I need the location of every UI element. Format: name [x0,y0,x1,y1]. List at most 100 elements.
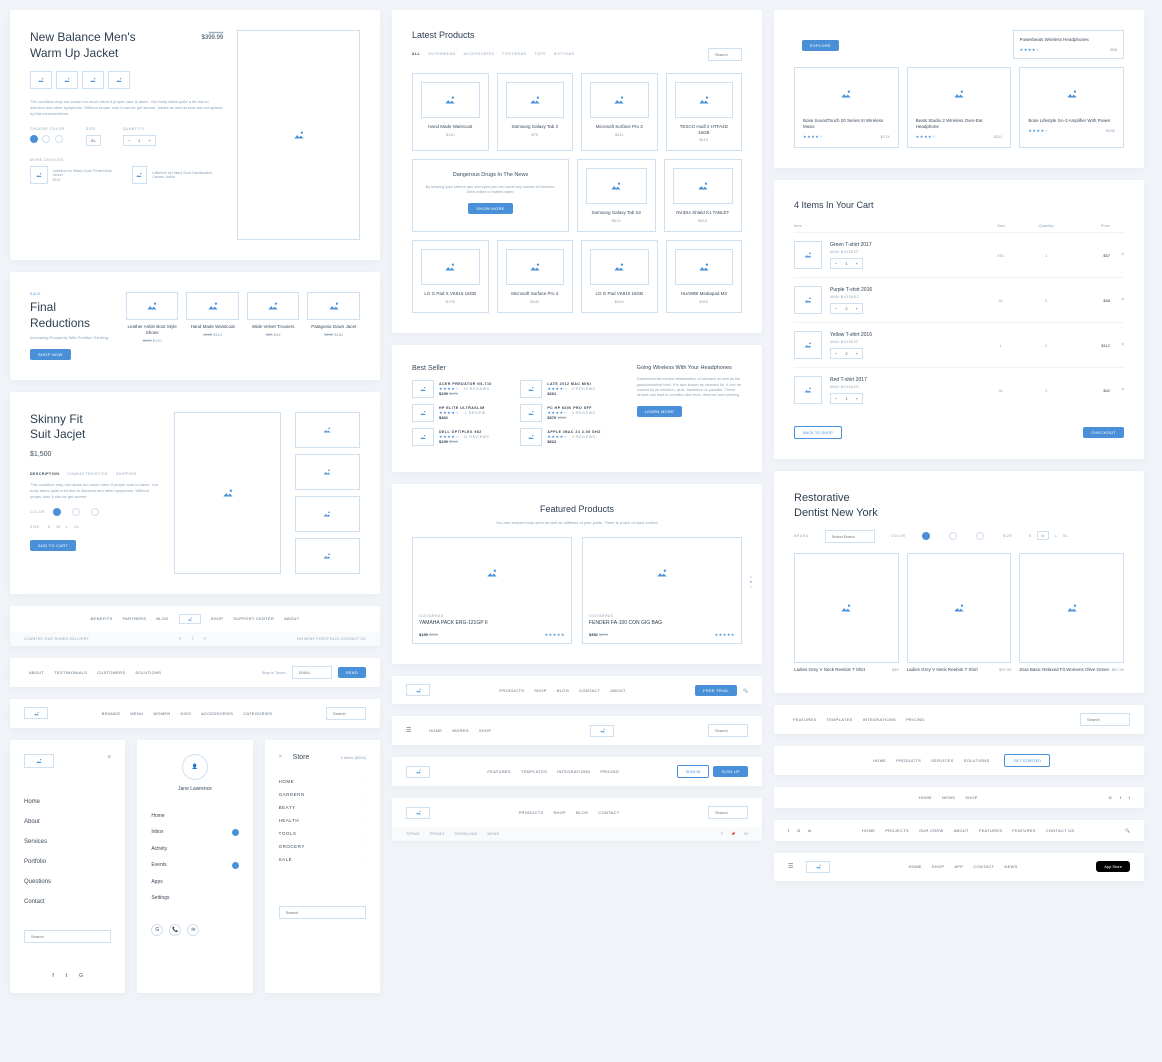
color-swatch[interactable] [53,508,61,516]
nav-link[interactable]: MENU [130,711,143,716]
filter-tab[interactable]: TOPS [535,52,546,56]
size-option[interactable]: S [48,524,51,529]
appstore-button[interactable]: App Store [1096,861,1130,872]
nav-link[interactable]: About [610,688,625,693]
logo[interactable] [24,707,48,719]
nav-link[interactable]: FEATURES [487,769,510,774]
nav-link[interactable]: SHOP [479,728,492,733]
nav-link[interactable]: PRODUCTS [896,758,921,763]
nav-link[interactable]: CUSTOMERS [97,670,125,675]
signin-button[interactable]: SIGN IN [677,765,710,778]
nav-link[interactable]: WORKS [452,728,469,733]
search-input[interactable] [279,906,366,919]
nav-link[interactable]: HOME [429,728,442,733]
nav-link[interactable]: OUR CREW [919,828,944,833]
nav-link[interactable]: TEMPLATES [826,717,852,722]
nav-link[interactable]: SUPPORT CENTER [233,616,274,621]
remove-icon[interactable]: × [1110,297,1124,303]
footer-link[interactable]: News [488,832,500,836]
footer-link[interactable]: Terms [406,832,420,836]
menu-icon[interactable] [406,727,414,734]
avatar[interactable]: 👤 [182,754,208,780]
size-option[interactable]: L [66,524,68,529]
facebook-icon[interactable]: f [788,828,789,833]
search-icon[interactable]: 🔍 [1125,828,1130,833]
audio-item[interactable]: Bose SoundTouch 20 Series III Wireless M… [794,67,899,148]
store-category[interactable]: GROCERY› [279,840,366,853]
logo[interactable] [406,807,430,819]
product-item[interactable]: HUAWBI Mediapad M3$310 [666,240,743,313]
mail-icon[interactable]: ✉ [187,924,199,936]
show-more-button[interactable]: SHOW MORE [468,203,512,214]
facebook-icon[interactable]: f [52,973,53,979]
nav-link[interactable]: TESTIMONIALS [54,670,87,675]
tab[interactable]: CHARACTERISTICS [67,472,108,476]
search-input[interactable] [708,806,748,819]
tab[interactable]: DESCRIPTION [30,472,59,476]
nav-link[interactable]: CONTACT [973,864,994,869]
skinny-thumb[interactable] [295,496,360,532]
qty-stepper[interactable]: −1+ [830,258,863,269]
twitter-icon[interactable]: t [1129,795,1130,800]
search-icon[interactable]: 🔍 [743,688,748,693]
bestseller-item[interactable]: PC HP 6300 PRO SFF★★★★★0 Reviews$370 $31… [520,404,622,422]
nav-link[interactable]: TEMPLATES [521,769,547,774]
sidebar-item[interactable]: Services [24,832,111,852]
product-item[interactable]: Microsoft Surface Pro 4$542 [497,240,574,313]
audio-item[interactable]: Bose Lifestyle SA-3 Amplifier With Power… [1019,67,1124,148]
tab[interactable]: SHIPPING [116,472,137,476]
nav-link[interactable]: ABOUT [954,828,969,833]
nav-link[interactable]: PROJECTS [885,828,909,833]
google-icon[interactable]: G [1109,795,1112,800]
store-category[interactable]: BEATY› [279,801,366,814]
close-icon[interactable]: × [107,754,111,761]
google-icon[interactable]: G [797,828,800,833]
logo[interactable] [179,614,201,624]
qty-stepper[interactable]: −2+ [830,348,863,359]
nav-link[interactable]: Shop [534,688,547,693]
nav-link[interactable]: CATEGORIES [243,711,272,716]
logo[interactable] [590,725,614,737]
filter-tab[interactable]: OUTERWEAR [428,52,455,56]
search-input[interactable] [708,724,748,737]
profile-item[interactable]: Home [151,808,238,824]
size-option[interactable]: XL [1063,533,1068,538]
checkout-button[interactable]: CHECKOUT [1083,427,1124,438]
facebook-icon[interactable]: f [179,637,181,641]
nav-link[interactable]: PARTNERS [123,616,147,621]
nav-link[interactable]: ABOUT [29,670,44,675]
color-swatch[interactable] [55,135,63,143]
nav-link[interactable]: CONTACT [598,810,619,815]
remove-icon[interactable]: × [1110,342,1124,348]
google-icon[interactable]: G [79,973,83,979]
promo-product[interactable]: Powerbeats Wireless Headphones ★★★★★$98 [1013,30,1124,59]
size-select[interactable]: XL [86,135,101,146]
twitter-icon[interactable]: t [192,637,194,641]
nav-link[interactable]: HOME [873,758,886,763]
qty-stepper[interactable]: −2+ [830,303,863,314]
nav-link[interactable]: ABOUT [284,616,299,621]
product-item[interactable]: LG G Pad X VK815 16GB$178 [412,240,489,313]
thumbnail[interactable] [56,71,78,89]
nav-link[interactable]: HOME [919,795,932,800]
filter-tab[interactable]: BOTTOMS [554,52,575,56]
logo[interactable] [24,754,54,768]
color-swatch[interactable] [42,135,50,143]
sidebar-item[interactable]: Portfolio [24,852,111,872]
store-category[interactable]: HEALTH› [279,814,366,827]
nav-link[interactable]: FEATURES [979,828,1002,833]
nav-link[interactable]: NEWS [1004,864,1017,869]
skinny-thumb[interactable] [295,538,360,574]
shop-now-button[interactable]: SHOP NOW [30,349,71,360]
store-category[interactable]: HOME› [279,775,366,788]
facebook-icon[interactable]: f [721,832,723,836]
nav-link[interactable]: PRICING [906,717,925,722]
back-to-shop-button[interactable]: BACK TO SHOP [794,426,842,439]
product-item[interactable]: TESCO Hudl 2 HTFA4D 16GB$110 [666,73,743,152]
search-input[interactable] [708,48,742,61]
menu-icon[interactable] [788,863,796,870]
send-button[interactable]: SEND [338,667,366,678]
profile-item[interactable]: Inbox [151,824,238,841]
product-item[interactable]: Samsung Galaxy Tab S2$610 [577,159,656,232]
size-option[interactable]: M [56,524,59,529]
